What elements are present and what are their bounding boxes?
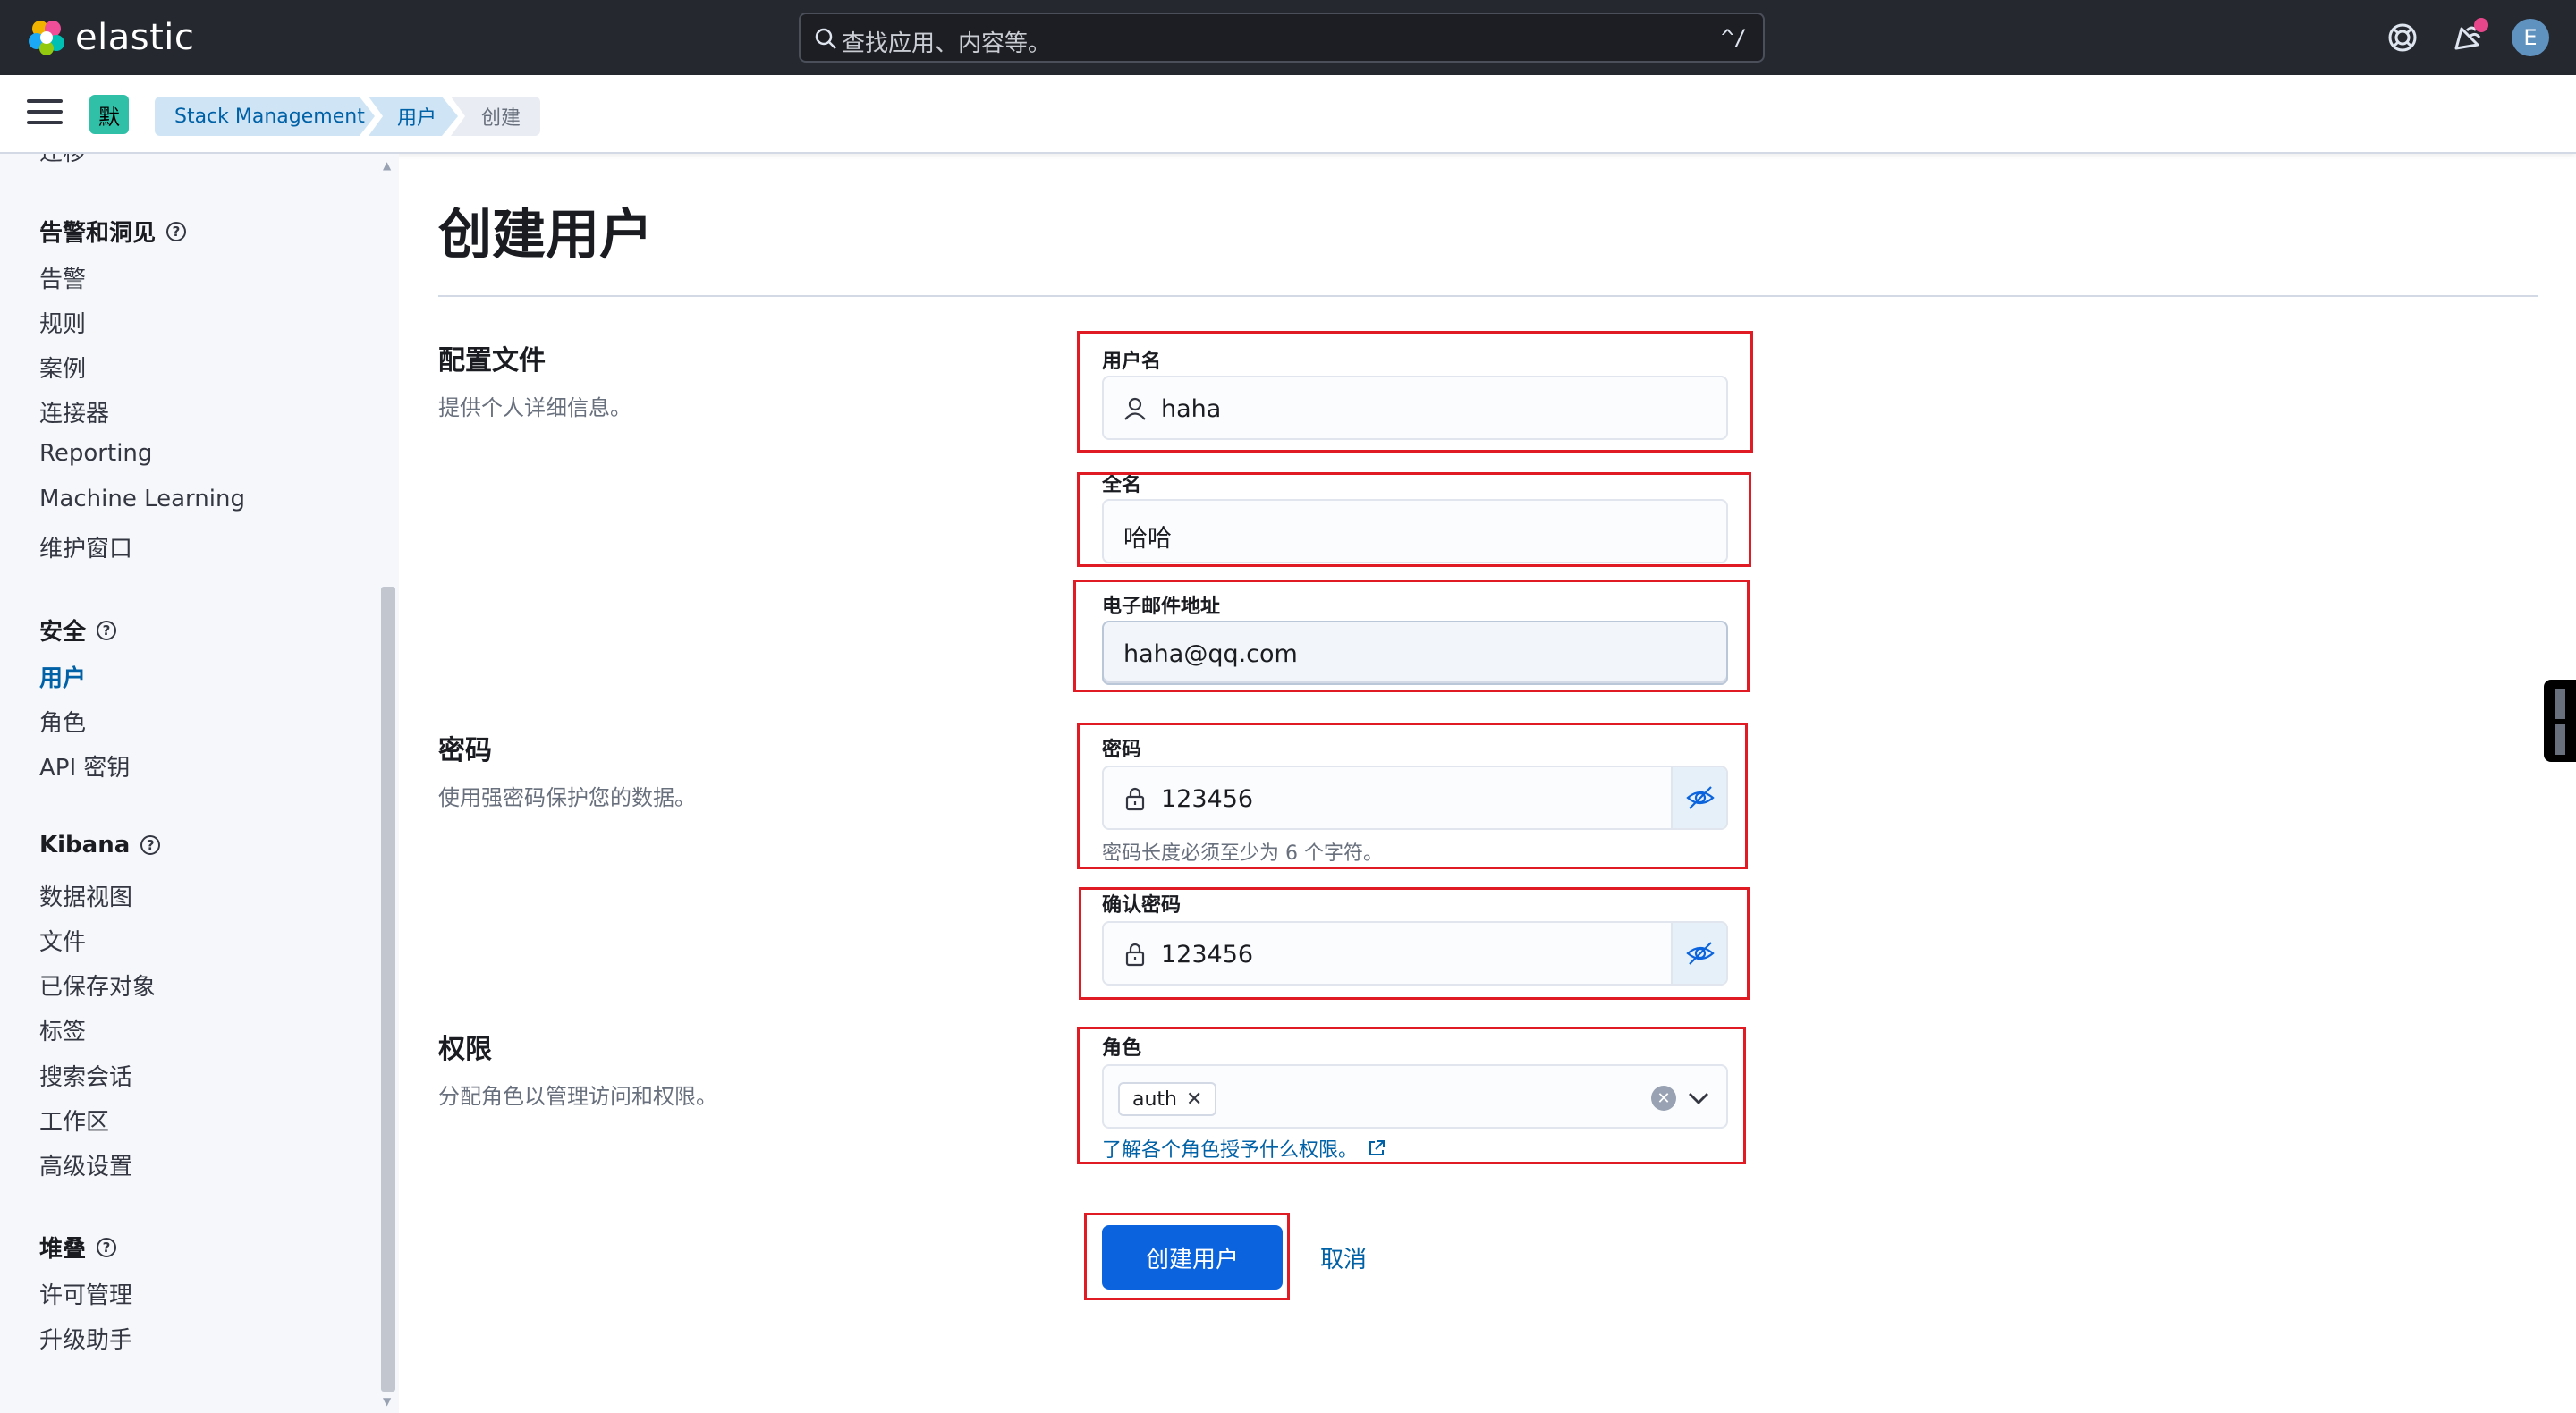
- page-title: 创建用户: [438, 204, 653, 267]
- sidebar-item-maintenance-windows[interactable]: 维护窗口: [39, 530, 132, 563]
- search-icon: [815, 28, 836, 49]
- highlight-box-email: [1073, 580, 1750, 692]
- sidebar-item-rules[interactable]: 规则: [39, 306, 86, 339]
- highlight-box-submit: [1084, 1213, 1290, 1300]
- highlight-box-roles: [1077, 1027, 1746, 1164]
- section-title-password: 密码: [438, 735, 492, 766]
- space-selector[interactable]: 默: [89, 95, 129, 134]
- highlight-box-fullname: [1077, 472, 1751, 567]
- sidebar-item-search-sessions[interactable]: 搜索会话: [39, 1059, 132, 1092]
- highlight-box-username: [1077, 331, 1753, 453]
- sidebar-group-alerts: 告警和洞见 ?: [39, 215, 187, 248]
- breadcrumb-bar: 默 Stack Management 用户 创建: [0, 75, 2576, 154]
- side-panel-handle[interactable]: [2544, 680, 2576, 762]
- sidebar-item-api-keys[interactable]: API 密钥: [39, 749, 130, 783]
- section-title-profile: 配置文件: [438, 345, 546, 377]
- breadcrumb-users[interactable]: 用户: [369, 97, 458, 136]
- sidebar-item-alerts[interactable]: 告警: [39, 261, 86, 294]
- question-icon[interactable]: ?: [140, 835, 161, 855]
- global-search-input[interactable]: 查找应用、内容等。 ^/: [799, 13, 1765, 63]
- sidebar-item-tags[interactable]: 标签: [39, 1013, 86, 1046]
- search-placeholder: 查找应用、内容等。: [842, 30, 1052, 57]
- sidebar-item-upgrade-assistant[interactable]: 升级助手: [39, 1322, 132, 1355]
- sidebar-item-roles[interactable]: 角色: [39, 705, 86, 738]
- sidebar-item-machine-learning[interactable]: Machine Learning: [39, 486, 245, 512]
- sidebar-item-advanced-settings[interactable]: 高级设置: [39, 1148, 132, 1181]
- side-nav: [0, 154, 399, 1413]
- highlight-box-confirm-password: [1079, 887, 1750, 1000]
- sidebar-group-title: 安全: [39, 619, 87, 646]
- sidebar-group-kibana: Kibana ?: [39, 832, 161, 859]
- sidebar-group-title: 告警和洞见: [39, 220, 157, 247]
- sidebar-item-saved-objects[interactable]: 已保存对象: [39, 969, 156, 1002]
- sidebar-group-title: Kibana: [39, 832, 131, 859]
- user-avatar[interactable]: E: [2512, 19, 2549, 56]
- sidebar-group-stack: 堆叠 ?: [39, 1231, 117, 1264]
- sidebar-item-files[interactable]: 文件: [39, 924, 86, 957]
- search-shortcut: ^/: [1721, 25, 1747, 50]
- question-icon[interactable]: ?: [166, 221, 187, 241]
- sidebar-item-connectors[interactable]: 连接器: [39, 395, 109, 428]
- section-title-privileges: 权限: [438, 1034, 492, 1065]
- sidebar-item-workspaces[interactable]: 工作区: [39, 1104, 109, 1137]
- highlight-box-password: [1077, 723, 1748, 869]
- section-desc-profile: 提供个人详细信息。: [438, 395, 631, 420]
- sidebar-item-users[interactable]: 用户: [39, 660, 86, 693]
- sidebar-item-cases[interactable]: 案例: [39, 351, 86, 384]
- question-icon[interactable]: ?: [97, 1237, 117, 1257]
- title-divider: [438, 295, 2538, 297]
- breadcrumb-create: 创建: [451, 97, 540, 136]
- sidebar-group-title: 堆叠: [39, 1236, 87, 1263]
- sidebar-group-security: 安全 ?: [39, 613, 117, 647]
- help-lifebuoy-icon[interactable]: [2385, 20, 2420, 55]
- sidebar-item-license-management[interactable]: 许可管理: [39, 1277, 132, 1310]
- menu-toggle-icon[interactable]: [27, 99, 63, 130]
- sidebar-item-reporting[interactable]: Reporting: [39, 440, 152, 467]
- breadcrumb-stack-management[interactable]: Stack Management: [155, 97, 375, 136]
- brand-name: elastic: [75, 17, 195, 58]
- section-desc-privileges: 分配角色以管理访问和权限。: [438, 1084, 717, 1109]
- elastic-logo[interactable]: elastic: [27, 17, 194, 58]
- scroll-up-icon[interactable]: ▲: [383, 159, 391, 172]
- sidebar-scroll-thumb[interactable]: [381, 587, 395, 1392]
- top-header: elastic 查找应用、内容等。 ^/ E: [0, 0, 2576, 75]
- notification-dot: [2474, 18, 2488, 32]
- cancel-button[interactable]: 取消: [1320, 1241, 1367, 1274]
- elastic-logo-icon: [29, 21, 64, 55]
- sidebar-item-data-views[interactable]: 数据视图: [39, 879, 132, 912]
- scroll-down-icon[interactable]: ▼: [383, 1395, 391, 1408]
- section-desc-password: 使用强密码保护您的数据。: [438, 785, 696, 810]
- question-icon[interactable]: ?: [97, 620, 117, 640]
